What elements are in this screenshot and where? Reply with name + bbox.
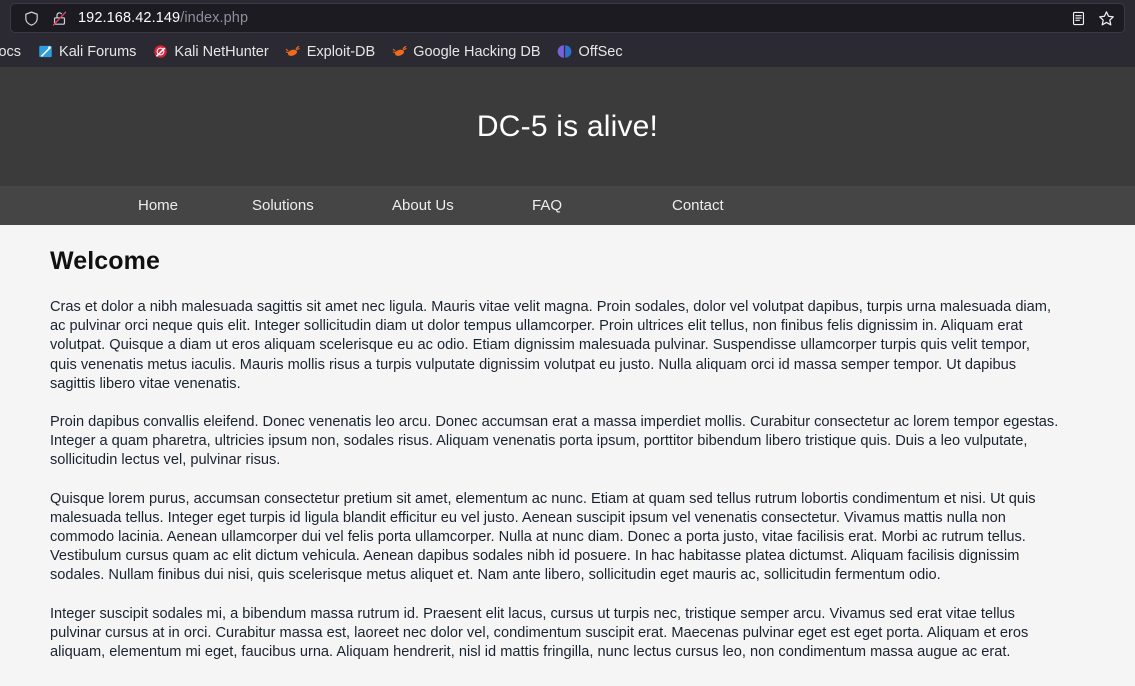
bookmark-label: OffSec: [578, 43, 623, 60]
main-content: Welcome Cras et dolor a nibh malesuada s…: [0, 225, 1135, 663]
browser-chrome: 192.168.42.149/index.php ocs Kali Forums…: [0, 0, 1135, 67]
welcome-heading: Welcome: [50, 247, 161, 275]
bookmark-google-hacking-db[interactable]: Google Hacking DB: [383, 41, 548, 63]
lock-broken-icon[interactable]: [49, 8, 69, 28]
site-header: DC-5 is alive!: [0, 67, 1135, 186]
content-paragraph: Cras et dolor a nibh malesuada sagittis …: [50, 299, 1052, 392]
star-icon[interactable]: [1096, 8, 1116, 28]
kali-forums-icon: [37, 44, 53, 60]
google-hacking-db-icon: [391, 44, 407, 60]
url-host: 192.168.42.149: [78, 10, 181, 26]
bookmarks-bar: Docs Kali Forums Kali NetHunter: [0, 36, 1135, 67]
bookmark-label: Google Hacking DB: [413, 43, 541, 60]
nav-item-about-us[interactable]: About Us: [392, 197, 532, 214]
nav-item-contact[interactable]: Contact: [672, 197, 812, 214]
content-paragraph: Integer suscipit sodales mi, a bibendum …: [50, 605, 1029, 661]
nav-item-solutions[interactable]: Solutions: [252, 197, 392, 214]
page-title: DC-5 is alive!: [476, 109, 659, 143]
bookmark-offsec[interactable]: OffSec: [549, 41, 631, 63]
content-paragraph: Proin dapibus convallis eleifend. Donec …: [50, 414, 1059, 469]
nav-item-faq[interactable]: FAQ: [532, 197, 672, 214]
exploit-db-icon: [285, 44, 301, 60]
offsec-icon: [557, 44, 573, 60]
browser-toolbar: 192.168.42.149/index.php: [0, 0, 1135, 36]
nav-item-home[interactable]: Home: [112, 197, 252, 214]
url-text[interactable]: 192.168.42.149/index.php: [78, 10, 248, 26]
bookmark-label: Docs: [0, 43, 22, 60]
bookmark-kali-forums[interactable]: Kali Forums: [29, 41, 144, 63]
bookmark-label: Kali Forums: [59, 43, 137, 60]
site-nav: Home Solutions About Us FAQ Contact: [0, 186, 1135, 225]
content-paragraph: Quisque lorem purus, accumsan consectetu…: [50, 490, 1036, 584]
url-bar[interactable]: 192.168.42.149/index.php: [10, 3, 1125, 33]
url-path: /index.php: [180, 10, 249, 26]
bookmark-exploit-db[interactable]: Exploit-DB: [277, 41, 384, 63]
page-viewport: DC-5 is alive! Home Solutions About Us F…: [0, 67, 1135, 686]
urlbar-actions: [1068, 8, 1118, 28]
shield-icon[interactable]: [21, 8, 41, 28]
bookmark-label: Exploit-DB: [306, 43, 376, 60]
kali-nethunter-icon: [152, 44, 168, 60]
bookmark-kali-docs[interactable]: Docs: [0, 41, 29, 63]
bookmark-kali-nethunter[interactable]: Kali NetHunter: [144, 41, 276, 63]
bookmark-label: Kali NetHunter: [174, 43, 269, 60]
reader-view-icon[interactable]: [1068, 8, 1088, 28]
